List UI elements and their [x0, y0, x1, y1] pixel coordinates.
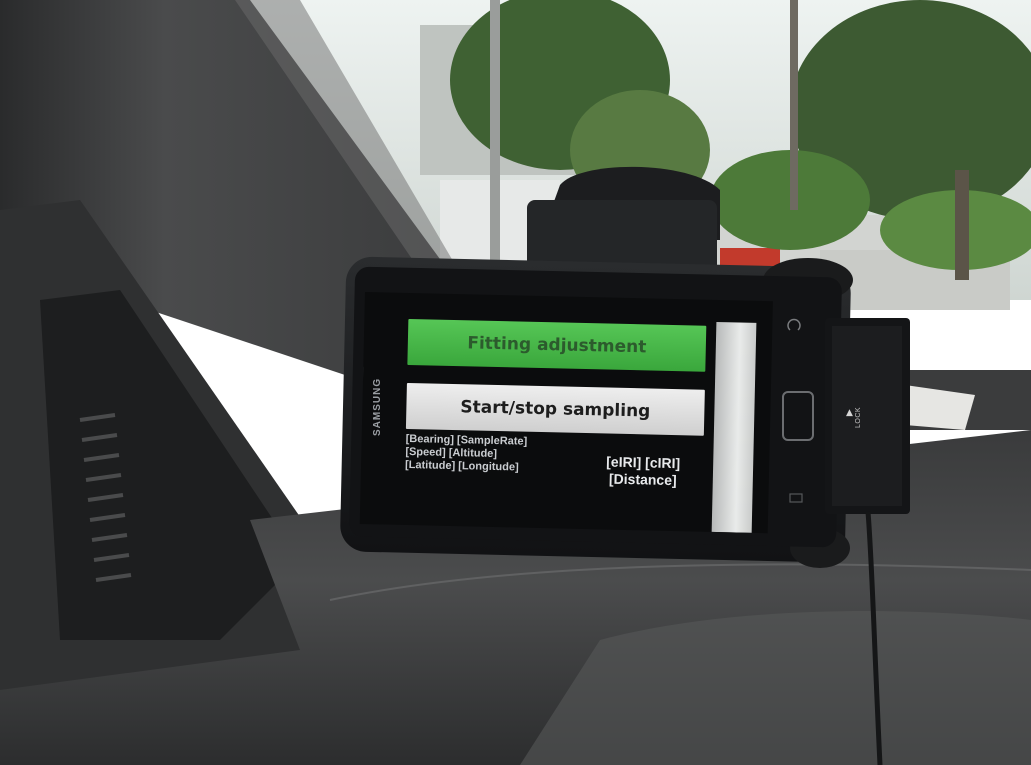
screen-scrollbar[interactable] [711, 321, 757, 533]
phone-brand-logo: SAMSUNG [372, 377, 383, 436]
lock-label: LOCK [855, 406, 862, 428]
iri-info-right: [eIRI] [cIRI] [Distance] [593, 453, 694, 489]
start-stop-sampling-button[interactable]: Start/stop sampling [405, 382, 705, 436]
lock-arrow-icon: ▲ [846, 408, 853, 418]
car-interior-photo: Fitting adjustment Start/stop sampling [… [0, 0, 1031, 765]
fitting-adjustment-button[interactable]: Fitting adjustment [407, 318, 707, 372]
phone-screen: Fitting adjustment Start/stop sampling [… [359, 292, 773, 534]
eiri-ciri-text: [eIRI] [cIRI] [606, 453, 681, 472]
latitude-longitude-text: [Latitude] [Longitude] [404, 458, 519, 474]
sensor-info-left: [Bearing] [SampleRate] [Speed] [Altitude… [405, 433, 527, 475]
distance-text: [Distance] [608, 470, 677, 489]
